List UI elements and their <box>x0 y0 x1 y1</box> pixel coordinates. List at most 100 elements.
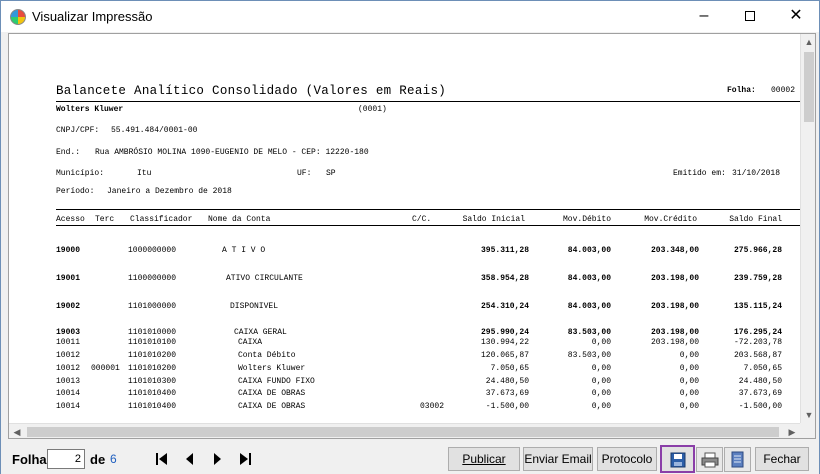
col-saldo-final: Saldo Final <box>729 215 782 224</box>
folha-value: 00002 <box>771 86 796 95</box>
print-preview-window: Visualizar Impressão – ✕ Balancete Analí… <box>0 0 820 474</box>
next-page-icon <box>214 453 221 465</box>
cell-classificador: 1101010400 <box>128 402 177 411</box>
col-saldo-inicial: Saldo Inicial <box>462 215 525 224</box>
col-terc: Terc <box>95 215 115 224</box>
de-label: de <box>90 452 106 467</box>
cell-mov-debito: 84.003,00 <box>567 302 611 311</box>
cell-mov-credito: 0,00 <box>679 377 699 386</box>
col-acesso: Acesso <box>56 215 85 224</box>
cell-acesso: 19003 <box>56 328 81 337</box>
scroll-down-icon[interactable]: ▼ <box>801 407 815 423</box>
cell-nome-conta: CAIXA <box>238 338 263 347</box>
emitido-label: Emitido em: <box>673 169 726 178</box>
save-icon <box>670 452 686 468</box>
periodo-value: Janeiro a Dezembro de 2018 <box>107 187 232 196</box>
cell-nome-conta: DISPONIVEL <box>230 302 279 311</box>
printer-icon <box>701 452 719 468</box>
cell-acesso: 19001 <box>56 274 81 283</box>
scroll-right-icon[interactable]: ▶ <box>784 424 800 438</box>
close-window-button[interactable]: ✕ <box>773 1 819 32</box>
publicar-button[interactable]: Publicar <box>448 447 520 471</box>
cell-classificador: 1101010000 <box>128 328 177 337</box>
cell-mov-credito: 0,00 <box>679 364 699 373</box>
cell-saldo-final: 176.295,24 <box>733 328 782 337</box>
cell-acesso: 10011 <box>56 338 81 347</box>
address-label: End.: <box>56 148 81 157</box>
vertical-scrollbar[interactable]: ▲ ▼ <box>800 34 815 423</box>
cell-saldo-final: 135.115,24 <box>733 302 782 311</box>
cell-saldo-final: 275.966,28 <box>733 246 782 255</box>
cell-saldo-inicial: 295.990,24 <box>480 328 529 337</box>
next-page-button[interactable] <box>204 446 229 470</box>
cell-mov-credito: 203.198,00 <box>650 338 699 347</box>
cell-saldo-inicial: 7.050,65 <box>490 364 529 373</box>
title-bar: Visualizar Impressão – ✕ <box>1 1 819 32</box>
cell-mov-debito: 0,00 <box>591 338 611 347</box>
protocolo-label: Protocolo <box>601 452 653 466</box>
last-page-button[interactable] <box>232 446 257 470</box>
cell-saldo-inicial: 130.994,22 <box>480 338 529 347</box>
scroll-corner <box>800 423 815 438</box>
cell-mov-debito: 0,00 <box>591 389 611 398</box>
emitido-value: 31/10/2018 <box>732 169 781 178</box>
cell-terc: 000001 <box>91 364 120 373</box>
company-name: Wolters Kluwer <box>56 105 124 114</box>
page-number-input[interactable]: 2 <box>47 449 85 469</box>
save-button[interactable] <box>660 445 695 473</box>
previous-page-button[interactable] <box>176 446 201 470</box>
municipio-value: Itu <box>137 169 152 178</box>
report-viewer[interactable]: Balancete Analítico Consolidado (Valores… <box>8 33 816 439</box>
cell-saldo-inicial: 120.065,87 <box>480 351 529 360</box>
horizontal-scroll-thumb[interactable] <box>27 427 779 437</box>
cell-mov-credito: 0,00 <box>679 351 699 360</box>
cell-acesso: 10012 <box>56 351 81 360</box>
cell-classificador: 1101010100 <box>128 338 177 347</box>
minimize-button[interactable]: – <box>681 1 727 32</box>
scroll-left-icon[interactable]: ◀ <box>9 424 25 438</box>
cell-classificador: 1101010200 <box>128 364 177 373</box>
cell-saldo-final: 203.568,87 <box>733 351 782 360</box>
publicar-label: Publicar <box>462 452 506 466</box>
folha-page-label: Folha <box>12 452 47 467</box>
cell-acesso: 19002 <box>56 302 81 311</box>
first-page-button[interactable] <box>148 446 173 470</box>
cell-saldo-inicial: 358.954,28 <box>480 274 529 283</box>
cell-mov-debito: 0,00 <box>591 364 611 373</box>
first-page-icon <box>156 453 167 465</box>
vertical-scroll-thumb[interactable] <box>804 52 814 122</box>
cell-nome-conta: A T I V O <box>222 246 266 255</box>
cell-nome-conta: CAIXA DE OBRAS <box>238 389 306 398</box>
protocolo-button[interactable]: Protocolo <box>597 447 657 471</box>
scroll-up-icon[interactable]: ▲ <box>801 34 815 50</box>
cell-mov-credito: 0,00 <box>679 402 699 411</box>
cell-saldo-final: 7.050,65 <box>743 364 782 373</box>
col-mov-credito: Mov.Crédito <box>644 215 697 224</box>
cell-saldo-inicial: -1.500,00 <box>485 402 529 411</box>
cnpj-value: 55.491.484/0001-00 <box>111 126 198 135</box>
cell-saldo-final: -72.203,78 <box>733 338 782 347</box>
cell-mov-credito: 0,00 <box>679 389 699 398</box>
cell-saldo-final: 239.759,28 <box>733 274 782 283</box>
col-classificador: Classificador <box>130 215 193 224</box>
header-bottom-divider <box>56 225 800 226</box>
fechar-button[interactable]: Fechar <box>755 447 809 471</box>
horizontal-scrollbar[interactable]: ◀ ▶ <box>9 423 800 438</box>
cell-classificador: 1101000000 <box>128 302 177 311</box>
cnpj-label: CNPJ/CPF: <box>56 126 100 135</box>
enviar-email-button[interactable]: Enviar Email <box>523 447 593 471</box>
cell-mov-credito: 203.198,00 <box>650 302 699 311</box>
cell-classificador: 1100000000 <box>128 274 177 283</box>
cell-mov-debito: 84.003,00 <box>567 246 611 255</box>
col-nome-conta: Nome da Conta <box>208 215 271 224</box>
document-settings-button[interactable] <box>724 447 751 472</box>
uf-value: SP <box>326 169 336 178</box>
title-divider <box>56 101 800 102</box>
maximize-button[interactable] <box>727 1 773 32</box>
cell-saldo-final: 37.673,69 <box>738 389 782 398</box>
print-button[interactable] <box>696 447 723 472</box>
cell-mov-credito: 203.198,00 <box>650 274 699 283</box>
total-pages: 6 <box>110 452 117 466</box>
cell-mov-credito: 203.348,00 <box>650 246 699 255</box>
periodo-label: Período: <box>56 187 95 196</box>
